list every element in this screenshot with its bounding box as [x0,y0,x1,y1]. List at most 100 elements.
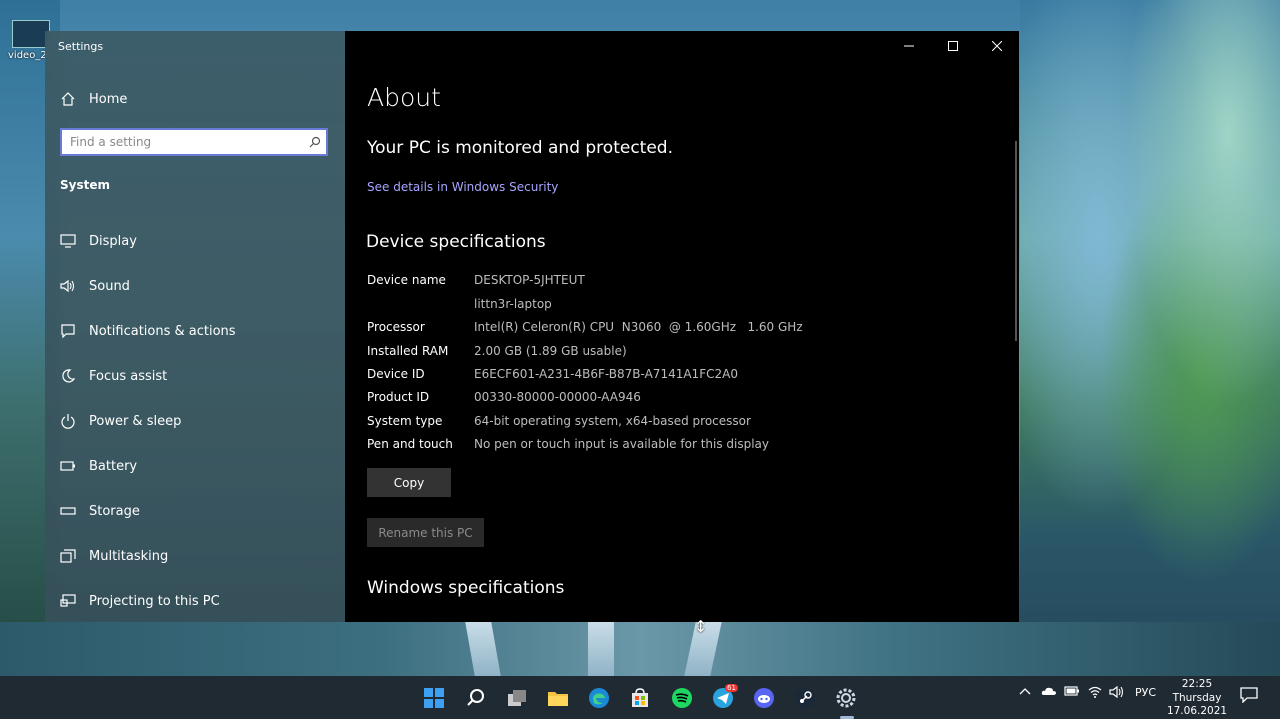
spec-value: 00330-80000-00000-AA946 [474,390,641,404]
sidebar-item-label: Battery [89,458,138,474]
sidebar-item-label: Projecting to this PC [89,593,220,609]
steam-icon[interactable] [789,682,821,714]
bench-slat [588,622,614,676]
spec-row: Product ID 00330-80000-00000-AA946 [367,390,641,404]
desktop-wallpaper-right [1020,0,1280,676]
spec-row: Pen and touch No pen or touch input is av… [367,437,769,451]
battery-icon[interactable] [1064,686,1080,699]
spec-row: Installed RAM 2.00 GB (1.89 GB usable) [367,344,627,358]
search-icon[interactable] [304,136,326,148]
chevron-up-icon[interactable] [1019,686,1031,699]
display-icon [59,232,77,250]
device-spec-heading: Device specifications [366,232,546,252]
storage-icon [59,502,77,520]
clock-day: Thursday [1172,691,1222,704]
windows-security-link[interactable]: See details in Windows Security [367,180,558,194]
sidebar-item-home[interactable]: Home [59,82,339,116]
spec-row: System type 64-bit operating system, x64-… [367,414,751,428]
sidebar-item-display[interactable]: Display [59,224,339,258]
clock-time: 22:25 [1181,678,1213,690]
power-icon [59,412,77,430]
battery-icon [59,457,77,475]
resize-cursor-icon: ↕ [694,617,708,636]
protection-status: Your PC is monitored and protected. [367,138,673,158]
search-icon[interactable] [460,682,492,714]
edge-icon[interactable] [583,682,615,714]
sidebar-item-multitasking[interactable]: Multitasking [59,539,339,573]
volume-icon[interactable] [1109,685,1125,701]
spec-value: 2.00 GB (1.89 GB usable) [474,344,627,358]
store-icon[interactable] [624,682,656,714]
copy-button[interactable]: Copy [367,468,451,497]
search-input[interactable] [62,131,304,153]
spec-key: Product ID [367,390,430,404]
spec-row: littn3r-laptop [367,297,552,311]
rename-pc-button[interactable]: Rename this PC [367,518,484,547]
spec-value: No pen or touch input is available for t… [474,437,770,451]
clock-date: 17.06.2021 [1166,705,1228,717]
home-icon [59,90,77,108]
system-clock[interactable]: 22:25 Thursday 17.06.2021 [1162,678,1232,719]
sidebar-item-label: Display [89,233,137,249]
spotify-icon[interactable] [666,682,698,714]
section-heading-system: System [60,178,110,192]
spec-value: Intel(R) Celeron(R) CPU N3060 @ 1.60GHz … [474,320,803,334]
window-controls [887,31,1019,61]
wifi-icon[interactable] [1088,686,1102,701]
spec-key: Processor [367,320,425,334]
onedrive-icon[interactable] [1041,686,1057,699]
minimize-button[interactable] [887,31,931,61]
sidebar-item-power-sleep[interactable]: Power & sleep [59,404,339,438]
task-view-icon[interactable] [501,682,533,714]
sidebar-item-notifications[interactable]: Notifications & actions [59,314,339,348]
desktop-wallpaper-bottom [0,622,1280,676]
file-explorer-icon[interactable] [542,682,574,714]
spec-value: E6ECF601-A231-4B6F-B87B-A7141A1FC2A0 [474,367,738,381]
language-indicator[interactable]: РУС [1135,686,1156,699]
spec-key: Device name [367,273,446,287]
settings-window: Settings Home System Display Sound Notif… [45,31,1019,622]
close-button[interactable] [975,31,1019,61]
desktop-file-icon[interactable]: video_20 [8,20,53,61]
windows-start-icon[interactable] [418,682,450,714]
spec-value: DESKTOP-5JHTEUT [474,273,585,287]
spec-key [367,297,474,311]
windows-spec-heading: Windows specifications [367,578,565,598]
sidebar-item-label: Storage [89,503,140,519]
notifications-icon [59,322,77,340]
sound-icon [59,277,77,295]
scrollbar[interactable] [1015,141,1017,341]
spec-value: littn3r-laptop [474,297,552,311]
multitasking-icon [59,547,77,565]
sidebar-item-label: Focus assist [89,368,168,384]
sidebar-item-sound[interactable]: Sound [59,269,339,303]
discord-icon[interactable] [748,682,780,714]
settings-icon[interactable] [830,682,862,714]
telegram-icon[interactable]: 61 [707,682,739,714]
sidebar-item-label: Multitasking [89,548,169,564]
taskbar: 61 РУС 22:25 Thursday 17.06.2021 [0,676,1280,719]
sidebar-item-focus-assist[interactable]: Focus assist [59,359,339,393]
sidebar-item-label: Power & sleep [89,413,182,429]
sidebar-item-storage[interactable]: Storage [59,494,339,528]
spec-value: 64-bit operating system, x64-based proce… [474,414,751,428]
projecting-icon [59,592,77,610]
settings-sidebar: Settings Home System Display Sound Notif… [45,31,345,622]
sidebar-item-label: Home [89,91,128,107]
spec-row: Device name DESKTOP-5JHTEUT [367,273,585,287]
sidebar-item-label: Sound [89,278,130,294]
window-title: Settings [58,40,104,53]
about-page: About Your PC is monitored and protected… [345,31,1019,622]
spec-row: Processor Intel(R) Celeron(R) CPU N3060 @… [367,320,803,334]
spec-row: Device ID E6ECF601-A231-4B6F-B87B-A7141A1… [367,367,738,381]
spec-key: Installed RAM [367,344,449,358]
sidebar-item-battery[interactable]: Battery [59,449,339,483]
spec-key: Device ID [367,367,425,381]
maximize-button[interactable] [931,31,975,61]
page-title: About [367,83,441,112]
sidebar-item-projecting[interactable]: Projecting to this PC [59,584,339,618]
action-center-icon[interactable] [1240,687,1258,706]
search-field[interactable] [60,128,328,156]
sidebar-item-label: Notifications & actions [89,323,236,339]
spec-key: Pen and touch [367,437,453,451]
